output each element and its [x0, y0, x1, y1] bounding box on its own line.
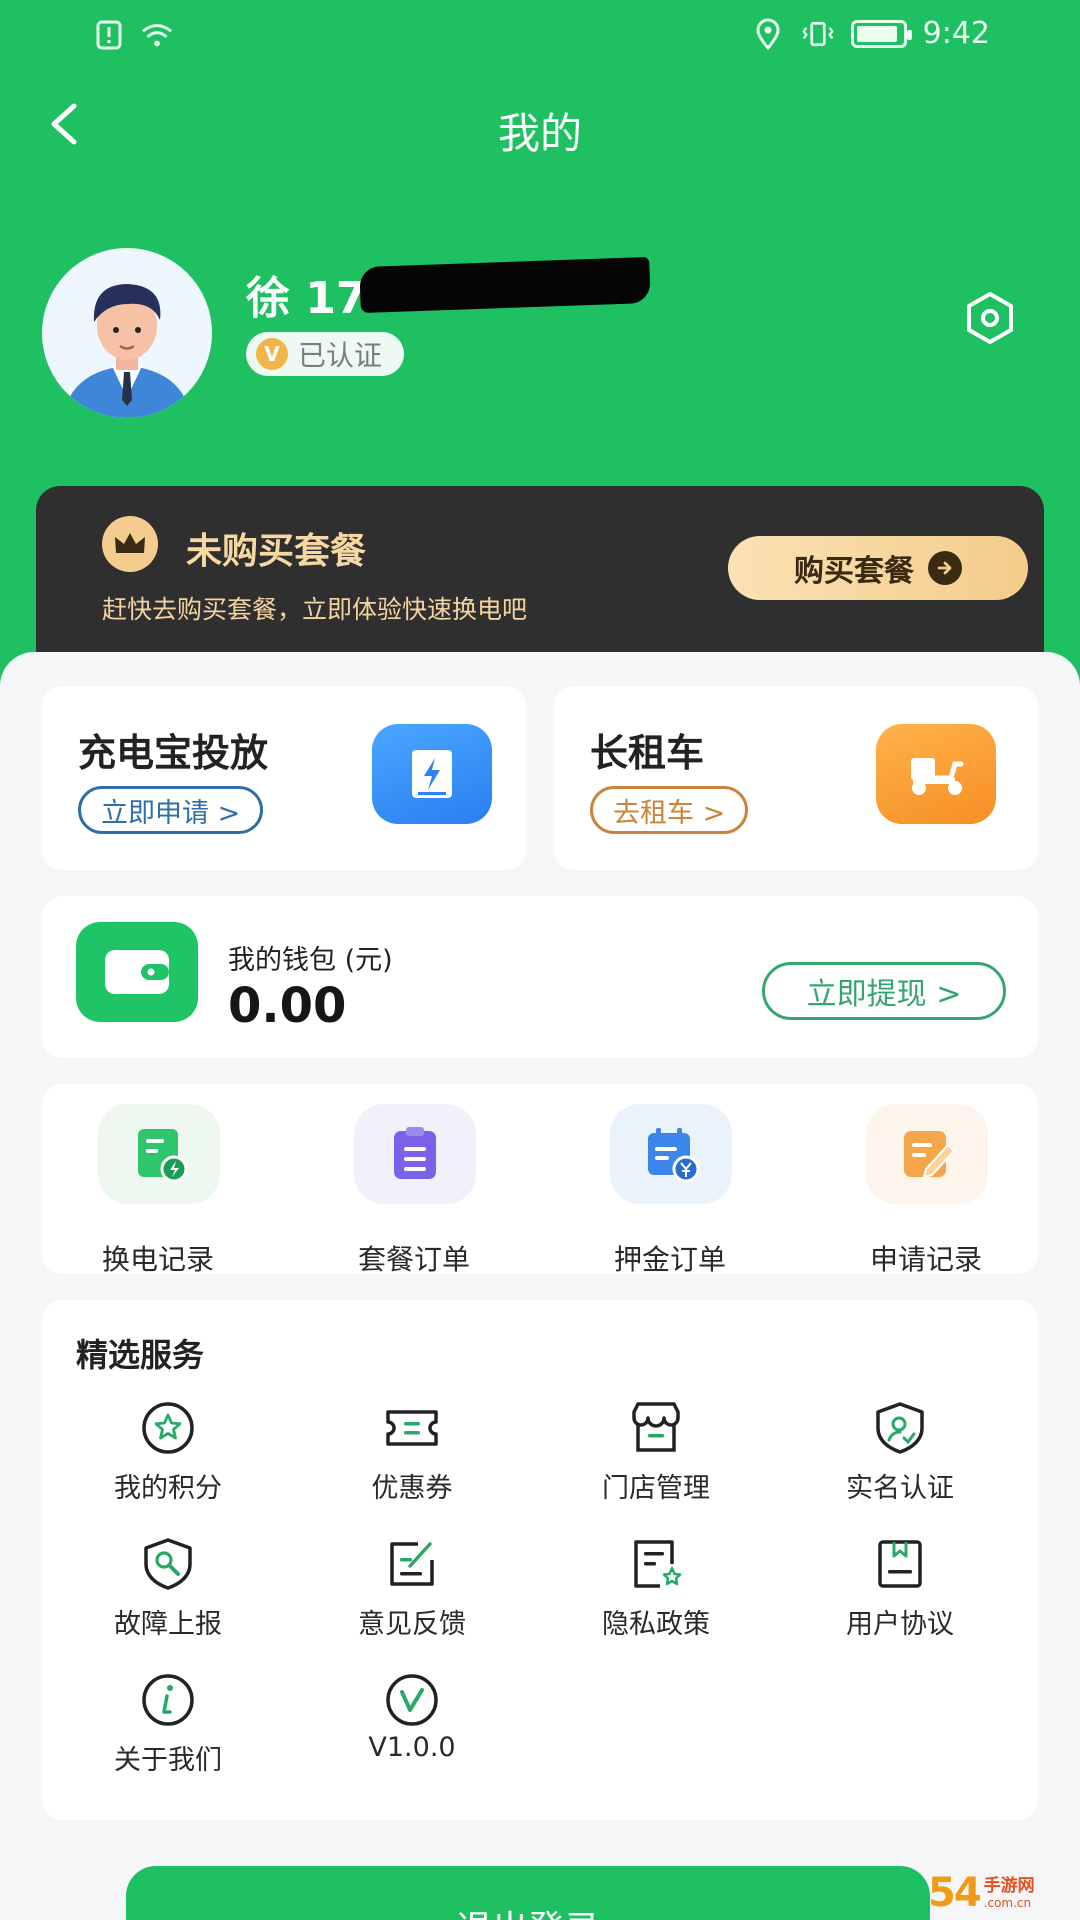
location-icon — [751, 17, 785, 51]
store-icon — [628, 1400, 684, 1456]
banner-subtitle: 赶快去购买套餐，立即体验快速换电吧 — [102, 595, 528, 624]
service-my-points[interactable]: 我的积分 — [58, 1400, 278, 1510]
service-fault-report[interactable]: 故障上报 — [58, 1536, 278, 1646]
featured-services-card: 精选服务 我的积分 优惠券 门店管理 实名认证 故障上报 意见反馈 隐私政策 用… — [42, 1300, 1038, 1820]
user-name: 徐 17 — [246, 273, 367, 324]
shield-user-icon — [872, 1400, 928, 1456]
settings-hexagon-icon — [967, 292, 1013, 344]
edit-form-icon — [866, 1104, 988, 1204]
quick-link-label: 押金订单 — [613, 1243, 726, 1276]
version-label: V1.0.0 — [368, 1732, 456, 1763]
banner-title: 未购买套餐 — [186, 531, 367, 572]
service-user-agreement[interactable]: 用户协议 — [790, 1536, 1010, 1646]
quick-link-application-records[interactable]: 申请记录 — [826, 1104, 1026, 1276]
wifi-icon — [140, 18, 174, 52]
avatar[interactable] — [42, 248, 212, 418]
services-title: 精选服务 — [76, 1336, 205, 1374]
logout-button[interactable]: 退出登录 — [126, 1866, 930, 1920]
edit-note-icon — [384, 1536, 440, 1592]
document-star-icon — [628, 1536, 684, 1592]
service-feedback[interactable]: 意见反馈 — [302, 1536, 522, 1646]
ticket-icon — [384, 1400, 440, 1456]
power-bank-title: 充电宝投放 — [78, 731, 269, 775]
service-label: 隐私政策 — [602, 1609, 710, 1640]
service-label: 门店管理 — [602, 1473, 710, 1504]
service-label: 优惠券 — [371, 1473, 453, 1504]
arrow-right-icon — [928, 551, 962, 585]
buy-package-label: 购买套餐 — [794, 554, 914, 589]
service-label: 实名认证 — [846, 1473, 954, 1504]
info-circle-icon — [140, 1672, 196, 1728]
wallet-balance: 0.00 — [228, 978, 347, 1034]
scooter-icon — [876, 724, 996, 824]
verified-badge: V 已认证 — [246, 332, 405, 376]
service-label: 故障上报 — [114, 1609, 222, 1640]
version-v-icon — [384, 1672, 440, 1728]
wallet-label: 我的钱包 (元) — [228, 945, 393, 976]
quick-link-deposit-orders[interactable]: 押金订单 — [570, 1104, 770, 1276]
service-version[interactable]: V1.0.0 — [302, 1672, 522, 1782]
service-about-us[interactable]: 关于我们 — [58, 1672, 278, 1782]
quick-link-package-orders[interactable]: 套餐订单 — [314, 1104, 514, 1276]
quick-links-card: 换电记录 套餐订单 押金订单 申请记录 — [42, 1084, 1038, 1276]
verified-v-icon: V — [256, 338, 288, 370]
status-bar: 9:42 — [0, 0, 1080, 70]
service-label: 我的积分 — [114, 1473, 222, 1504]
service-label: 用户协议 — [846, 1609, 954, 1640]
wallet-card: 我的钱包 (元) 0.00 立即提现 > — [42, 896, 1038, 1058]
service-label: 关于我们 — [114, 1745, 222, 1776]
watermark-number: 54 — [928, 1870, 982, 1916]
service-coupons[interactable]: 优惠券 — [302, 1400, 522, 1510]
watermark-cn: 手游网 — [983, 1876, 1035, 1896]
swap-record-icon — [98, 1104, 220, 1204]
service-privacy-policy[interactable]: 隐私政策 — [546, 1536, 766, 1646]
power-bank-icon — [372, 724, 492, 824]
wallet-icon — [76, 922, 198, 1022]
long-rent-title: 长租车 — [590, 731, 705, 775]
watermark-en: .com.cn — [983, 1896, 1032, 1910]
shield-wrench-icon — [140, 1536, 196, 1592]
settings-button[interactable] — [960, 288, 1020, 348]
verified-label: 已认证 — [298, 339, 383, 372]
quick-link-label: 套餐订单 — [357, 1243, 470, 1276]
status-time: 9:42 — [922, 16, 990, 51]
service-store-management[interactable]: 门店管理 — [546, 1400, 766, 1510]
service-label: 意见反馈 — [358, 1609, 466, 1640]
service-real-name-verification[interactable]: 实名认证 — [790, 1400, 1010, 1510]
calendar-yuan-icon — [610, 1104, 732, 1204]
crown-icon — [102, 516, 158, 572]
site-watermark: 54 手游网 .com.cn — [928, 1866, 1080, 1920]
battery-icon — [850, 19, 912, 48]
page-title: 我的 — [497, 109, 582, 158]
quick-link-swap-records[interactable]: 换电记录 — [58, 1104, 258, 1276]
long-rent-card[interactable]: 长租车 去租车 > — [554, 686, 1038, 870]
power-bank-card[interactable]: 充电宝投放 立即申请 > — [42, 686, 526, 870]
quick-link-label: 换电记录 — [101, 1243, 214, 1276]
apply-now-button[interactable]: 立即申请 > — [78, 786, 264, 834]
quick-link-label: 申请记录 — [869, 1243, 982, 1276]
alert-sim-icon — [92, 18, 126, 52]
bookmark-document-icon — [872, 1536, 928, 1592]
go-rent-button[interactable]: 去租车 > — [590, 786, 749, 834]
membership-banner: 未购买套餐 赶快去购买套餐，立即体验快速换电吧 购买套餐 — [36, 486, 1044, 676]
withdraw-button[interactable]: 立即提现 > — [762, 962, 1006, 1020]
star-circle-icon — [140, 1400, 196, 1456]
clipboard-icon — [354, 1104, 476, 1204]
buy-package-button[interactable]: 购买套餐 — [728, 536, 1028, 600]
vibrate-icon — [801, 17, 835, 51]
